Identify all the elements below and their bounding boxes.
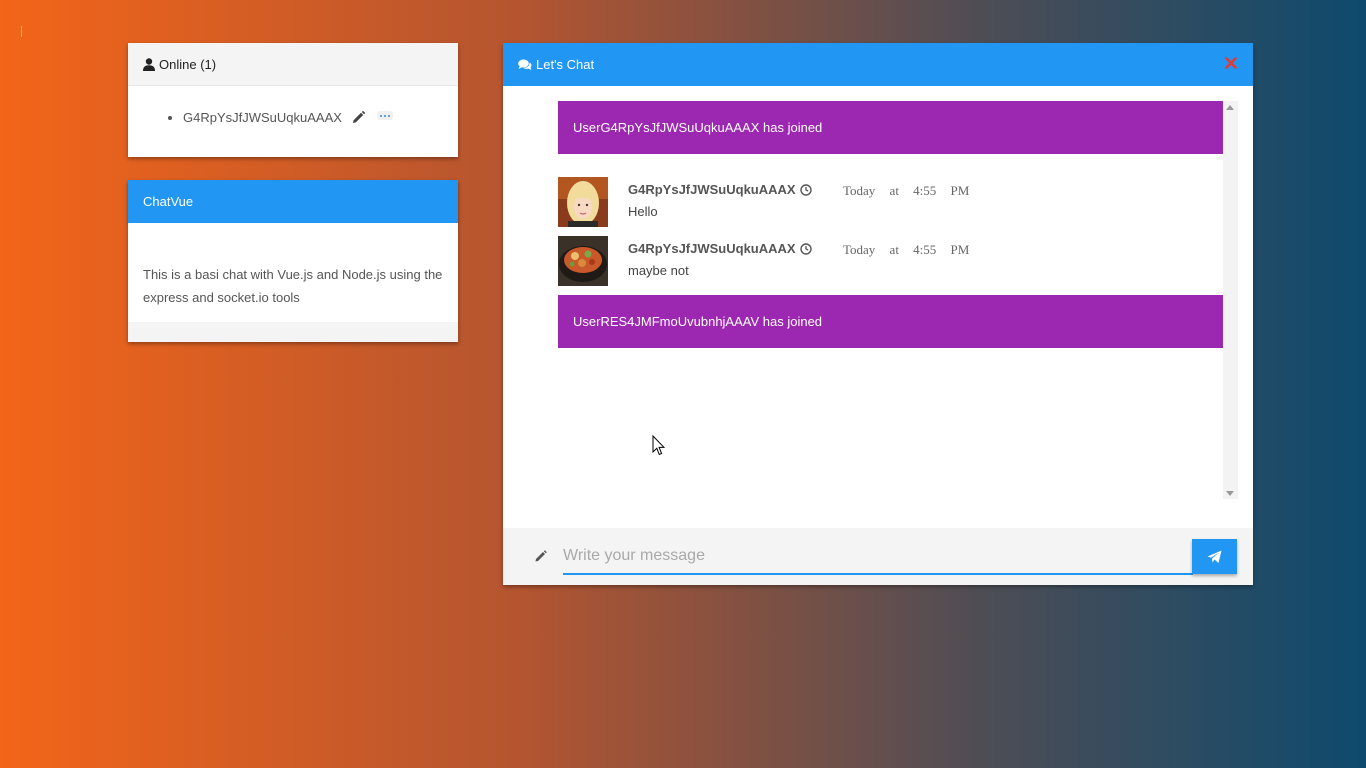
list-bullet [168, 115, 172, 120]
more-options-button[interactable] [376, 111, 393, 120]
message-text: maybe not [628, 263, 689, 278]
paper-plane-icon [1207, 550, 1222, 563]
dot-icon [379, 114, 382, 117]
message-timestamp: Today at 4:55 PM [843, 183, 970, 198]
app-info-title: ChatVue [128, 180, 458, 223]
chat-message: G4RpYsJfJWSuUqkuAAAX Today at 4:55 PM He… [558, 177, 1223, 227]
chat-title: Let's Chat [536, 57, 595, 72]
clock-icon [799, 183, 812, 196]
chat-header: Let's Chat [503, 43, 1253, 86]
text-caret [21, 26, 22, 37]
app-info-panel: ChatVue This is a basi chat with Vue.js … [128, 180, 458, 342]
dot-icon [383, 114, 386, 117]
system-message: UserRES4JMFmoUvubnhjAAAV has joined [558, 295, 1223, 348]
edit-name-button[interactable] [352, 111, 365, 124]
user-icon [143, 57, 155, 71]
online-users-list: G4RpYsJfJWSuUqkuAAAX [128, 86, 458, 125]
mouse-cursor-icon [652, 435, 665, 456]
online-user-name: G4RpYsJfJWSuUqkuAAAX [183, 110, 342, 125]
message-author: G4RpYsJfJWSuUqkuAAAX [628, 182, 812, 197]
pencil-icon [352, 111, 365, 123]
online-users-header: Online (1) [128, 43, 458, 86]
close-chat-button[interactable] [1225, 57, 1237, 69]
dot-icon [387, 114, 390, 117]
app-info-description: This is a basi chat with Vue.js and Node… [128, 223, 458, 322]
comments-icon [518, 59, 532, 70]
message-timestamp: Today at 4:55 PM [843, 242, 970, 257]
message-input[interactable] [563, 538, 1193, 575]
online-users-panel: Online (1) G4RpYsJfJWSuUqkuAAAX [128, 43, 458, 157]
chat-panel: Let's Chat UserG4RpYsJfJWSuUqkuAAAX has … [503, 43, 1253, 585]
online-users-title: Online (1) [159, 56, 217, 72]
message-scrollbar[interactable] [1223, 101, 1238, 499]
send-button[interactable] [1192, 539, 1237, 574]
message-composer [503, 528, 1253, 585]
message-author-name: G4RpYsJfJWSuUqkuAAAX [628, 241, 796, 256]
chat-message: G4RpYsJfJWSuUqkuAAAX Today at 4:55 PM ma… [558, 236, 1223, 286]
clock-icon [799, 242, 812, 255]
blonde-woman-avatar [558, 177, 608, 227]
close-icon [1225, 57, 1237, 69]
online-user-item[interactable]: G4RpYsJfJWSuUqkuAAAX [168, 110, 458, 125]
scroll-down-arrow-icon[interactable] [1226, 491, 1234, 496]
message-author: G4RpYsJfJWSuUqkuAAAX [628, 241, 812, 256]
message-author-name: G4RpYsJfJWSuUqkuAAAX [628, 182, 796, 197]
scroll-up-arrow-icon[interactable] [1226, 105, 1234, 110]
system-message: UserG4RpYsJfJWSuUqkuAAAX has joined [558, 101, 1223, 154]
food-bowl-avatar [558, 236, 608, 286]
message-text: Hello [628, 204, 658, 219]
pencil-icon [535, 550, 547, 562]
